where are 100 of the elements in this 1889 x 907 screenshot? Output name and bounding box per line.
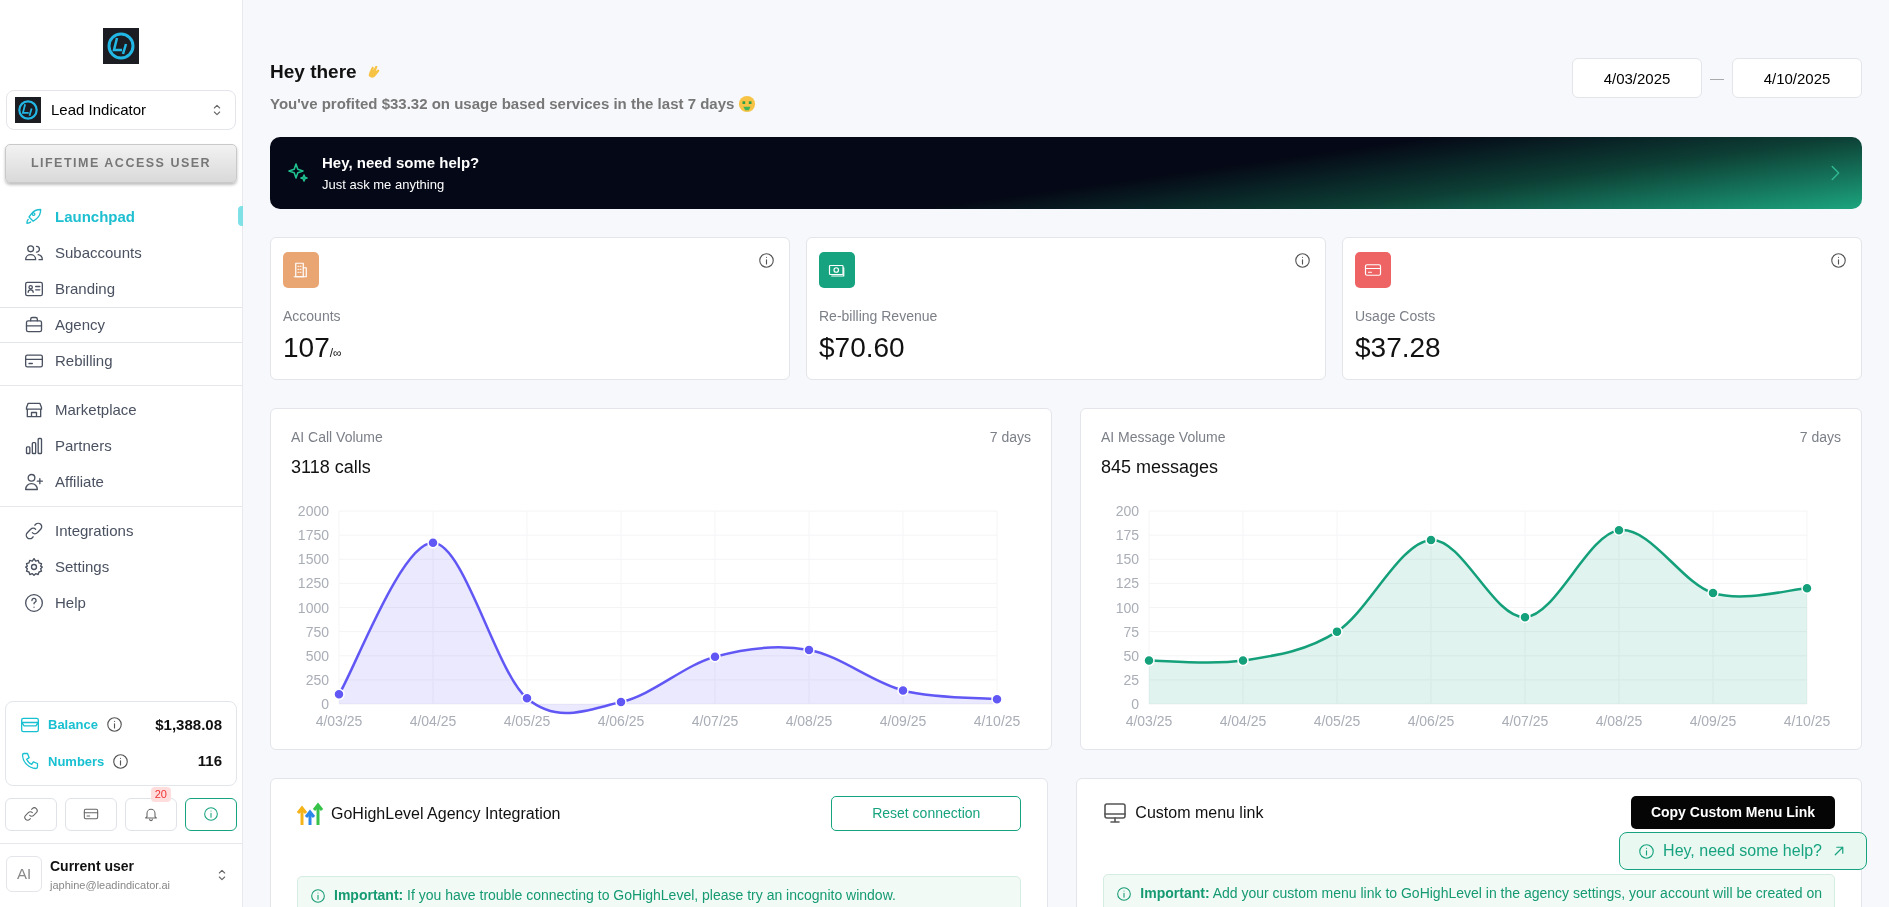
axis-tick-label: 4/06/25: [597, 713, 645, 729]
important-note: Important: If you have trouble connecting to GoHighLevel, please try an incognito window.: [334, 886, 896, 905]
data-point[interactable]: [709, 650, 721, 663]
chart-total: 3118 calls: [291, 456, 372, 479]
data-point[interactable]: [1707, 587, 1719, 599]
date-separator: —: [1710, 68, 1724, 88]
user-name: Current user: [50, 856, 136, 876]
axis-tick-label: 500: [305, 647, 329, 664]
nav-item[interactable]: Branding: [0, 270, 242, 307]
important-note: Important: Add your custom menu link to GoHighLevel in the agency settings, your account will be created on: [1140, 884, 1822, 903]
access-badge-button[interactable]: LIFETIME ACCESS USER: [5, 144, 237, 183]
credit-card-icon: [1364, 261, 1382, 279]
nav-item[interactable]: Marketplace: [0, 391, 242, 428]
axis-tick-label: 4/04/25: [409, 713, 457, 729]
data-point[interactable]: [615, 696, 627, 708]
copy-link-button[interactable]: Copy Custom Menu Link: [1630, 796, 1835, 829]
sparkles-icon: [286, 161, 310, 185]
stat-label: Usage Costs: [1355, 307, 1437, 326]
stat-value: $70.60: [819, 331, 905, 365]
axis-tick-label: 4/04/25: [1219, 713, 1267, 729]
axis-tick-label: 0: [321, 696, 329, 712]
workspace-selector[interactable]: Lead Indicator: [6, 90, 236, 130]
date-field[interactable]: 4/03/2025: [1572, 58, 1702, 98]
axis-tick-label: 250: [305, 671, 329, 688]
credit-card-icon: [83, 806, 99, 822]
user-email: japhine@leadindicator.ai: [50, 877, 172, 893]
money-face-icon: [738, 94, 757, 113]
link-icon: [23, 806, 39, 822]
axis-tick-label: 25: [1123, 671, 1139, 688]
axis-tick-label: 4/09/25: [879, 713, 927, 729]
axis-tick-label: 150: [1115, 551, 1139, 568]
axis-tick-label: 4/10/25: [1783, 713, 1831, 729]
stat-label: Accounts: [283, 307, 342, 326]
info-icon: [1830, 252, 1847, 269]
nav-item[interactable]: Affiliate: [0, 463, 242, 500]
data-point[interactable]: [1519, 611, 1531, 623]
greeting-title: Hey there: [270, 60, 357, 84]
building-icon: [292, 261, 310, 279]
nav-item[interactable]: Subaccounts: [0, 234, 242, 271]
axis-tick-label: 0: [1131, 696, 1139, 712]
axis-tick-label: 4/08/25: [1595, 713, 1643, 729]
logo-icon: [15, 97, 41, 123]
info-icon: [105, 716, 123, 734]
nav-item[interactable]: Partners: [0, 427, 242, 464]
data-point[interactable]: [1425, 534, 1437, 546]
link-icon: [24, 520, 44, 541]
settings-icon: [24, 556, 44, 577]
data-point[interactable]: [1801, 582, 1813, 594]
nav-item[interactable]: Agency: [0, 306, 242, 343]
data-point[interactable]: [333, 688, 345, 701]
axis-tick-label: 4/03/25: [1125, 713, 1173, 729]
info-icon: [203, 806, 219, 822]
rocket-icon: [24, 206, 44, 227]
card-title: GoHighLevel Agency Integration: [331, 803, 561, 824]
axis-tick-label: 4/09/25: [1689, 713, 1737, 729]
phone-icon: [20, 751, 40, 772]
data-point[interactable]: [427, 537, 439, 549]
banner-title: Hey, need some help?: [322, 153, 480, 173]
chart-total: 845 messages: [1101, 456, 1220, 479]
data-point[interactable]: [991, 693, 1003, 705]
chart-period: 7 days: [989, 428, 1031, 447]
chart-title: AI Message Volume: [1101, 428, 1226, 447]
stat-value: $37.28: [1355, 331, 1441, 365]
nav-item[interactable]: Rebilling: [0, 342, 242, 379]
nav-item[interactable]: Help: [0, 584, 242, 621]
data-point[interactable]: [897, 684, 909, 697]
bell-icon: [143, 806, 159, 822]
axis-tick-label: 100: [1115, 599, 1139, 616]
nav-item[interactable]: Integrations: [0, 512, 242, 549]
data-point[interactable]: [1237, 654, 1249, 667]
axis-tick-label: 200: [1115, 503, 1139, 519]
axis-tick-label: 4/08/25: [785, 713, 833, 729]
nav-item[interactable]: Settings: [0, 548, 242, 585]
profit-summary: You've profited $33.32 on usage based services in the last 7 days: [270, 93, 735, 114]
help-banner[interactable]: Hey, need some help? Just ask me anything: [270, 137, 1862, 209]
banner-subtitle: Just ask me anything: [322, 175, 446, 194]
quick-action-button[interactable]: [185, 797, 237, 831]
info-icon: [758, 252, 775, 269]
axis-tick-label: 50: [1123, 647, 1139, 664]
axis-tick-label: 1250: [297, 575, 329, 592]
data-point[interactable]: [1143, 654, 1155, 667]
card-title: Custom menu link: [1135, 802, 1264, 823]
data-point[interactable]: [1613, 524, 1625, 537]
info-icon: [1638, 842, 1656, 860]
axis-tick-label: 75: [1123, 623, 1139, 640]
chart-title: AI Call Volume: [291, 428, 383, 447]
stat-value: 107: [283, 331, 330, 365]
axis-tick-label: 4/03/25: [315, 713, 363, 729]
axis-tick-label: 4/05/25: [503, 713, 551, 729]
axis-tick-label: 2000: [297, 503, 329, 519]
user-plus-icon: [24, 471, 44, 492]
users-icon: [24, 242, 44, 263]
date-field[interactable]: 4/10/2025: [1732, 58, 1862, 98]
data-point[interactable]: [1331, 625, 1343, 638]
data-point[interactable]: [521, 692, 533, 704]
axis-tick-label: 1750: [297, 527, 329, 544]
balance-value: $1,388.08: [155, 714, 222, 735]
axis-tick-label: 750: [305, 623, 329, 640]
balance-label: Balance: [48, 716, 98, 734]
data-point[interactable]: [803, 644, 815, 656]
